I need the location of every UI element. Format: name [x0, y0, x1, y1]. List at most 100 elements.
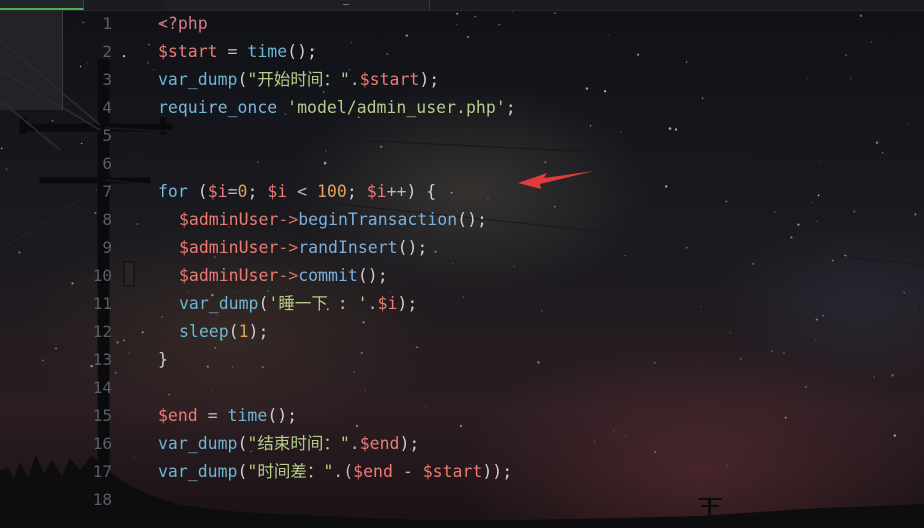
code-token: "时间差：" — [247, 462, 334, 481]
code-token: commit — [298, 266, 358, 285]
code-token: $i — [366, 182, 387, 201]
code-token: - — [392, 462, 423, 481]
code-line[interactable]: var_dump("结束时间：".$end); — [158, 430, 419, 458]
code-editor[interactable]: <?php $start = time(); var_dump("开始时间：".$s… — [158, 10, 918, 528]
code-token: (); — [397, 238, 428, 257]
code-line[interactable]: $adminUser->beginTransaction(); — [158, 206, 487, 234]
code-token: $end — [158, 406, 198, 425]
line-number: 6 — [102, 154, 112, 173]
line-number: 4 — [102, 98, 112, 117]
star — [18, 251, 21, 254]
code-line[interactable]: require_once 'model/admin_user.php'; — [158, 94, 516, 122]
code-token: . — [367, 294, 378, 313]
code-token: -> — [278, 210, 299, 229]
close-icon[interactable] — [343, 0, 349, 5]
code-line[interactable]: $start = time(); — [158, 38, 317, 66]
editor-window: 1 2 3 4 5 6 7 8 9 10 11 12 13 14 15 16 17 18 <?php $start … — [0, 0, 924, 528]
star — [136, 223, 139, 225]
code-token: $start — [158, 42, 218, 61]
code-token: require_once — [158, 98, 278, 117]
code-token: "结束时间：" — [247, 434, 350, 453]
code-token: <?php — [158, 14, 208, 33]
code-token: sleep — [179, 322, 229, 341]
line-number: 15 — [92, 406, 112, 425]
star — [134, 456, 136, 458]
code-token: = — [197, 406, 228, 425]
code-token: $i — [207, 182, 228, 201]
code-token: ); — [419, 70, 440, 89]
code-token: ) { — [406, 182, 437, 201]
code-token: ; — [247, 182, 268, 201]
code-token: ( — [237, 462, 248, 481]
code-token: -> — [278, 238, 299, 257]
code-token: ( — [237, 434, 248, 453]
tab-active[interactable] — [0, 0, 84, 10]
code-line[interactable]: <?php — [158, 10, 208, 38]
star — [146, 61, 150, 64]
code-line[interactable]: $end = time(); — [158, 402, 297, 430]
star — [5, 168, 8, 171]
code-line[interactable]: sleep(1); — [158, 318, 268, 346]
star — [65, 103, 67, 105]
line-number: 5 — [102, 126, 112, 145]
code-token: )); — [482, 462, 513, 481]
line-number: 18 — [92, 490, 112, 509]
code-token: . — [349, 434, 360, 453]
star — [42, 359, 44, 362]
sidebar-panel — [0, 10, 63, 110]
code-token: time — [247, 42, 288, 61]
code-token: ); — [399, 434, 420, 453]
code-token: var_dump — [158, 434, 238, 453]
line-number: 7 — [102, 182, 112, 201]
star — [71, 282, 74, 285]
code-token: $adminUser — [179, 238, 279, 257]
code-token: $i — [377, 294, 398, 313]
code-token: 'model/admin_user.php' — [287, 98, 506, 117]
code-line[interactable]: var_dump('睡一下 : '.$i); — [158, 290, 417, 318]
code-token: ( — [237, 70, 248, 89]
code-token: = — [217, 42, 248, 61]
star — [51, 119, 54, 122]
code-token: '睡一下 : ' — [268, 294, 368, 313]
line-number: 1 — [102, 14, 112, 33]
code-token: ( — [258, 294, 269, 313]
tab-file[interactable] — [165, 0, 430, 10]
code-token: 1 — [238, 322, 249, 341]
code-token: 100 — [317, 182, 347, 201]
star — [122, 339, 125, 342]
star — [1, 147, 3, 150]
code-token: ); — [397, 294, 418, 313]
code-token: (); — [287, 42, 317, 61]
code-token: var_dump — [179, 294, 259, 313]
code-token: $adminUser — [179, 210, 279, 229]
star — [135, 154, 137, 156]
code-token: $i — [267, 182, 288, 201]
code-token: ( — [187, 182, 208, 201]
code-token: .( — [333, 462, 354, 481]
code-token: var_dump — [158, 70, 238, 89]
code-line[interactable]: $adminUser->commit(); — [158, 262, 388, 290]
line-number-gutter: 1 2 3 4 5 6 7 8 9 10 11 12 13 14 15 16 17 18 — [80, 10, 120, 528]
code-token: ); — [248, 322, 269, 341]
code-line[interactable]: var_dump("时间差：".($end - $start)); — [158, 458, 512, 486]
line-number: 14 — [92, 378, 112, 397]
code-line[interactable]: } — [158, 346, 168, 374]
code-token: = — [227, 182, 238, 201]
code-token: 0 — [237, 182, 248, 201]
star — [153, 69, 155, 71]
code-token: } — [158, 350, 168, 369]
code-token: -> — [278, 266, 299, 285]
code-line[interactable]: var_dump("开始时间：".$start); — [158, 66, 439, 94]
line-number: 11 — [92, 294, 112, 313]
code-line[interactable]: for ($i=0; $i < 100; $i++) { — [158, 178, 436, 206]
code-token: "开始时间：" — [247, 70, 350, 89]
line-number: 17 — [92, 462, 112, 481]
line-number: 13 — [92, 350, 112, 369]
code-token: $adminUser — [179, 266, 279, 285]
line-number: 9 — [102, 238, 112, 257]
code-token: for — [158, 182, 188, 201]
code-line[interactable]: $adminUser->randInsert(); — [158, 234, 427, 262]
star — [148, 43, 151, 46]
code-token: . — [349, 70, 360, 89]
